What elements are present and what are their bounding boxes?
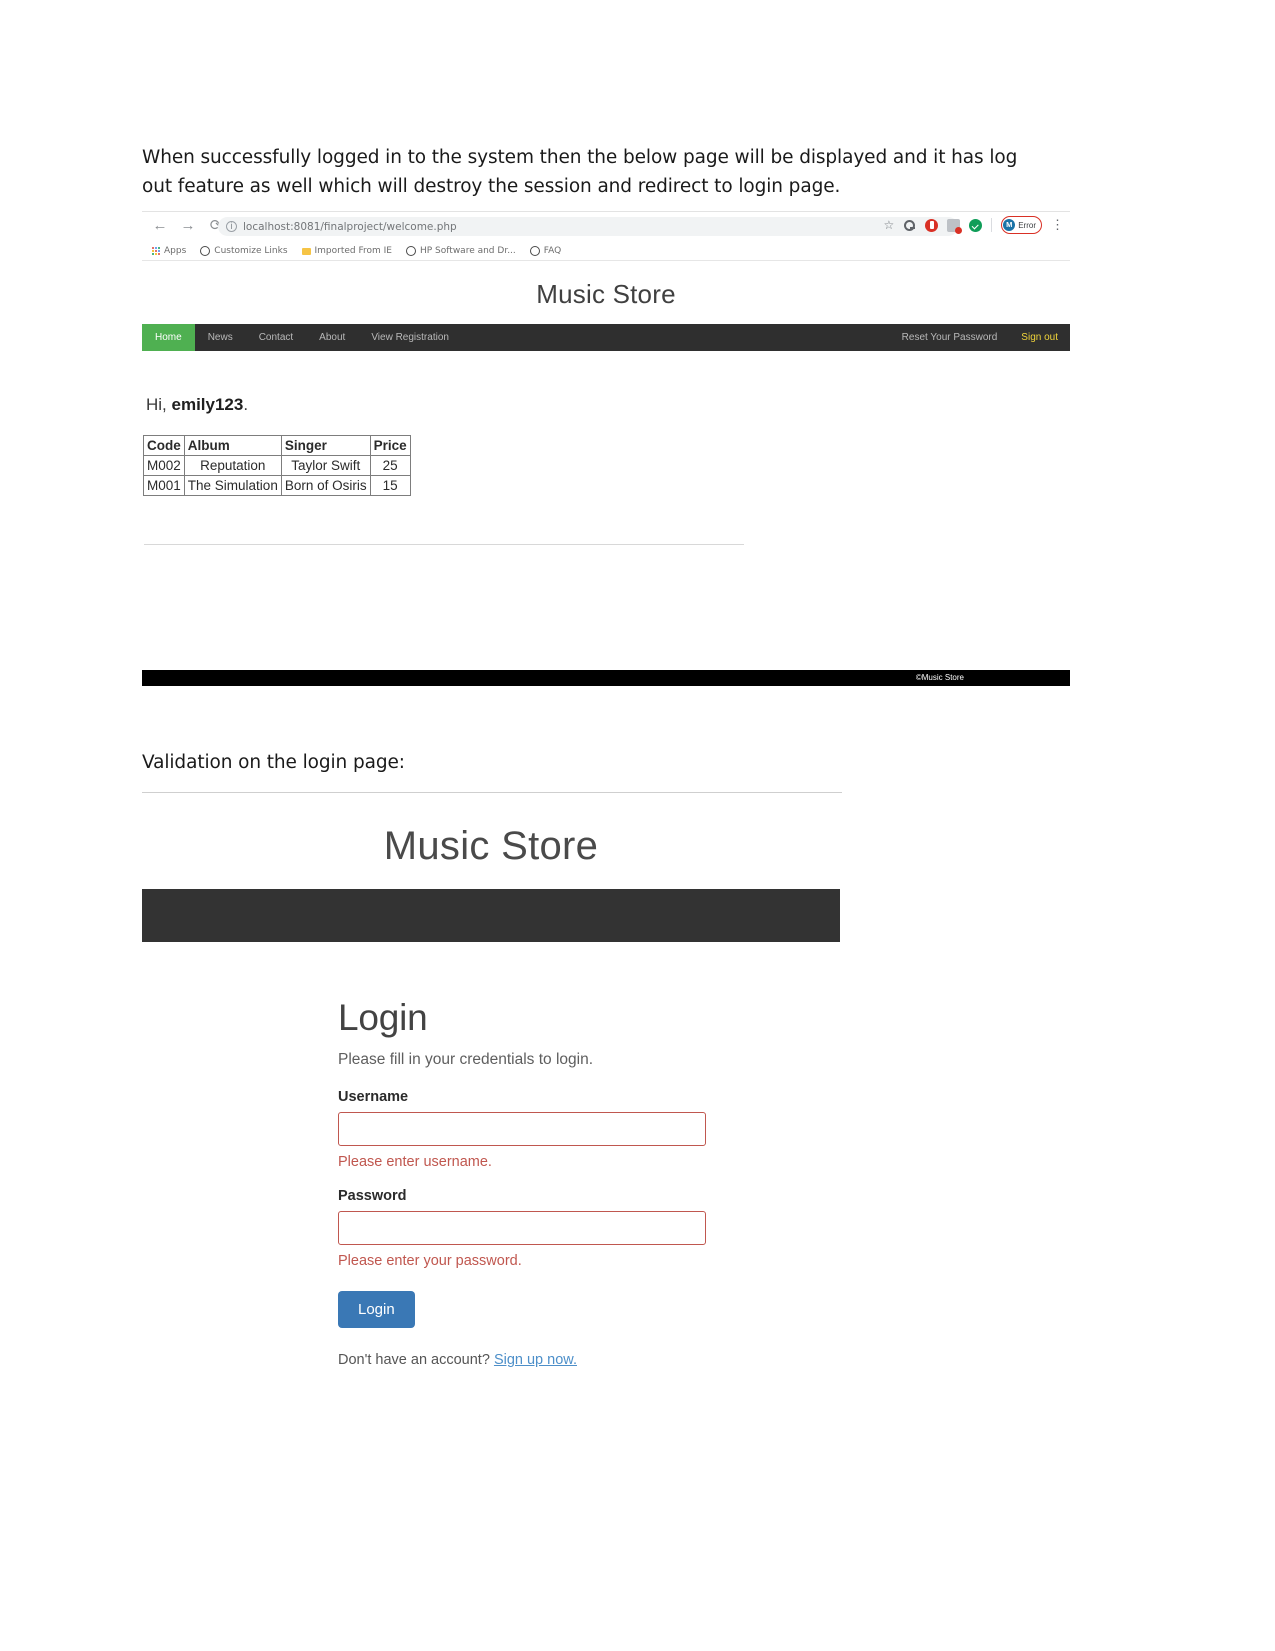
navbar-left-group: Home News Contact About View Registratio…: [142, 324, 462, 351]
table-row: M002 Reputation Taylor Swift 25: [143, 455, 411, 476]
table-row: M001 The Simulation Born of Osiris 15: [143, 475, 411, 496]
bookmark-label: FAQ: [543, 246, 562, 256]
section-divider: [142, 792, 842, 793]
password-label: Password: [338, 1188, 407, 1204]
site-navbar: Home News Contact About View Registratio…: [142, 324, 1070, 351]
opera-extension-icon[interactable]: [925, 218, 939, 232]
greeting-suffix: .: [243, 395, 249, 414]
address-bar-url: localhost:8081/finalproject/welcome.php: [243, 220, 457, 233]
back-icon[interactable]: ←: [152, 216, 168, 236]
greeting-text: Hi, emily123.: [146, 395, 1070, 415]
signup-link[interactable]: Sign up now.: [494, 1352, 577, 1368]
bookmark-hp-software[interactable]: HP Software and Dr...: [406, 246, 516, 256]
nav-item-news[interactable]: News: [195, 324, 246, 351]
signup-prompt: Don't have an account? Sign up now.: [338, 1352, 840, 1368]
page-title: Music Store: [536, 279, 676, 309]
globe-icon: [200, 246, 211, 256]
site-info-icon[interactable]: i: [226, 221, 237, 232]
nav-item-view-registration[interactable]: View Registration: [358, 324, 462, 351]
shield-extension-icon[interactable]: [947, 218, 963, 234]
column-header-price: Price: [369, 435, 411, 456]
nav-item-about[interactable]: About: [306, 324, 358, 351]
browser-toolbar: ← → ⟳ i localhost:8081/finalproject/welc…: [142, 211, 1070, 242]
cell-price: 25: [369, 455, 411, 476]
navbar-right-group: Reset Your Password Sign out: [890, 324, 1070, 351]
password-input[interactable]: [338, 1211, 706, 1245]
login-form: Login Please fill in your credentials to…: [142, 942, 840, 1368]
nav-item-contact[interactable]: Contact: [246, 324, 306, 351]
greeting-prefix: Hi,: [146, 395, 172, 414]
bookmark-customize-links[interactable]: Customize Links: [200, 246, 288, 256]
bookmark-apps[interactable]: Apps: [152, 246, 186, 256]
nav-item-home[interactable]: Home: [142, 324, 195, 351]
bookmark-label: Imported From IE: [314, 246, 392, 256]
cell-code: M001: [143, 475, 185, 496]
site-footer: ©Music Store: [142, 670, 1070, 686]
bookmark-label: Customize Links: [214, 246, 288, 256]
intro-paragraph: When successfully logged in to the syste…: [142, 147, 1018, 197]
bookmark-label: Apps: [164, 246, 187, 256]
cell-album: Reputation: [183, 455, 282, 476]
bookmark-faq[interactable]: FAQ: [529, 246, 562, 256]
content-divider: [144, 544, 744, 545]
nav-item-reset-password[interactable]: Reset Your Password: [890, 324, 1010, 351]
browser-screenshot: ← → ⟳ i localhost:8081/finalproject/welc…: [142, 211, 1070, 686]
footer-copyright: ©Music Store: [915, 673, 964, 682]
username-error-message: Please enter username.: [338, 1154, 492, 1170]
login-subheading: Please fill in your credentials to login…: [338, 1051, 594, 1068]
profile-button[interactable]: M Error: [1001, 216, 1042, 234]
greeting-username: emily123: [171, 395, 244, 414]
welcome-page-body: Music Store Home News Contact About View…: [142, 261, 1070, 686]
browser-nav-buttons: ← → ⟳: [152, 216, 224, 236]
apps-grid-icon: [152, 247, 160, 255]
globe-icon: [406, 246, 416, 256]
column-header-code: Code: [143, 435, 185, 456]
cell-album: The Simulation: [183, 475, 282, 496]
folder-icon: [301, 247, 311, 255]
login-navbar: [142, 889, 840, 942]
cell-price: 15: [369, 475, 411, 496]
browser-menu-icon[interactable]: ⋮: [1051, 218, 1064, 232]
cell-singer: Born of Osiris: [280, 475, 371, 496]
albums-table: Code Album Singer Price M002 Reputation …: [143, 435, 411, 496]
globe-icon: [529, 246, 540, 256]
column-header-singer: Singer: [280, 435, 371, 456]
forward-icon[interactable]: →: [180, 216, 196, 236]
bookmarks-bar: Apps Customize Links Imported From IE HP…: [142, 242, 1070, 261]
column-header-album: Album: [183, 435, 282, 456]
cell-singer: Taylor Swift: [280, 455, 371, 476]
checkmark-extension-icon[interactable]: [969, 218, 983, 232]
login-heading: Login: [338, 997, 428, 1038]
login-site-title: Music Store: [383, 824, 599, 868]
toolbar-divider: [991, 218, 993, 232]
table-header-row: Code Album Singer Price: [143, 435, 411, 456]
bookmark-star-icon[interactable]: ☆: [883, 218, 894, 232]
signup-prompt-text: Don't have an account?: [338, 1352, 494, 1368]
key-extension-icon[interactable]: [903, 219, 916, 232]
password-error-message: Please enter your password.: [338, 1253, 522, 1269]
validation-paragraph: Validation on the login page:: [142, 752, 405, 773]
login-submit-button[interactable]: Login: [338, 1291, 415, 1328]
cell-code: M002: [143, 455, 185, 476]
profile-error-badge: Error: [1018, 220, 1036, 230]
login-page-screenshot: Music Store Login Please fill in your cr…: [142, 798, 840, 1368]
address-bar[interactable]: i localhost:8081/finalproject/welcome.ph…: [218, 217, 958, 236]
toolbar-right-cluster: ☆ M Error ⋮: [883, 216, 1064, 234]
bookmark-label: HP Software and Dr...: [420, 246, 516, 256]
avatar: M: [1003, 219, 1016, 231]
username-input[interactable]: [338, 1112, 706, 1146]
nav-item-sign-out[interactable]: Sign out: [1009, 324, 1070, 351]
bookmark-imported-from-ie[interactable]: Imported From IE: [301, 246, 392, 256]
username-label: Username: [338, 1089, 409, 1105]
